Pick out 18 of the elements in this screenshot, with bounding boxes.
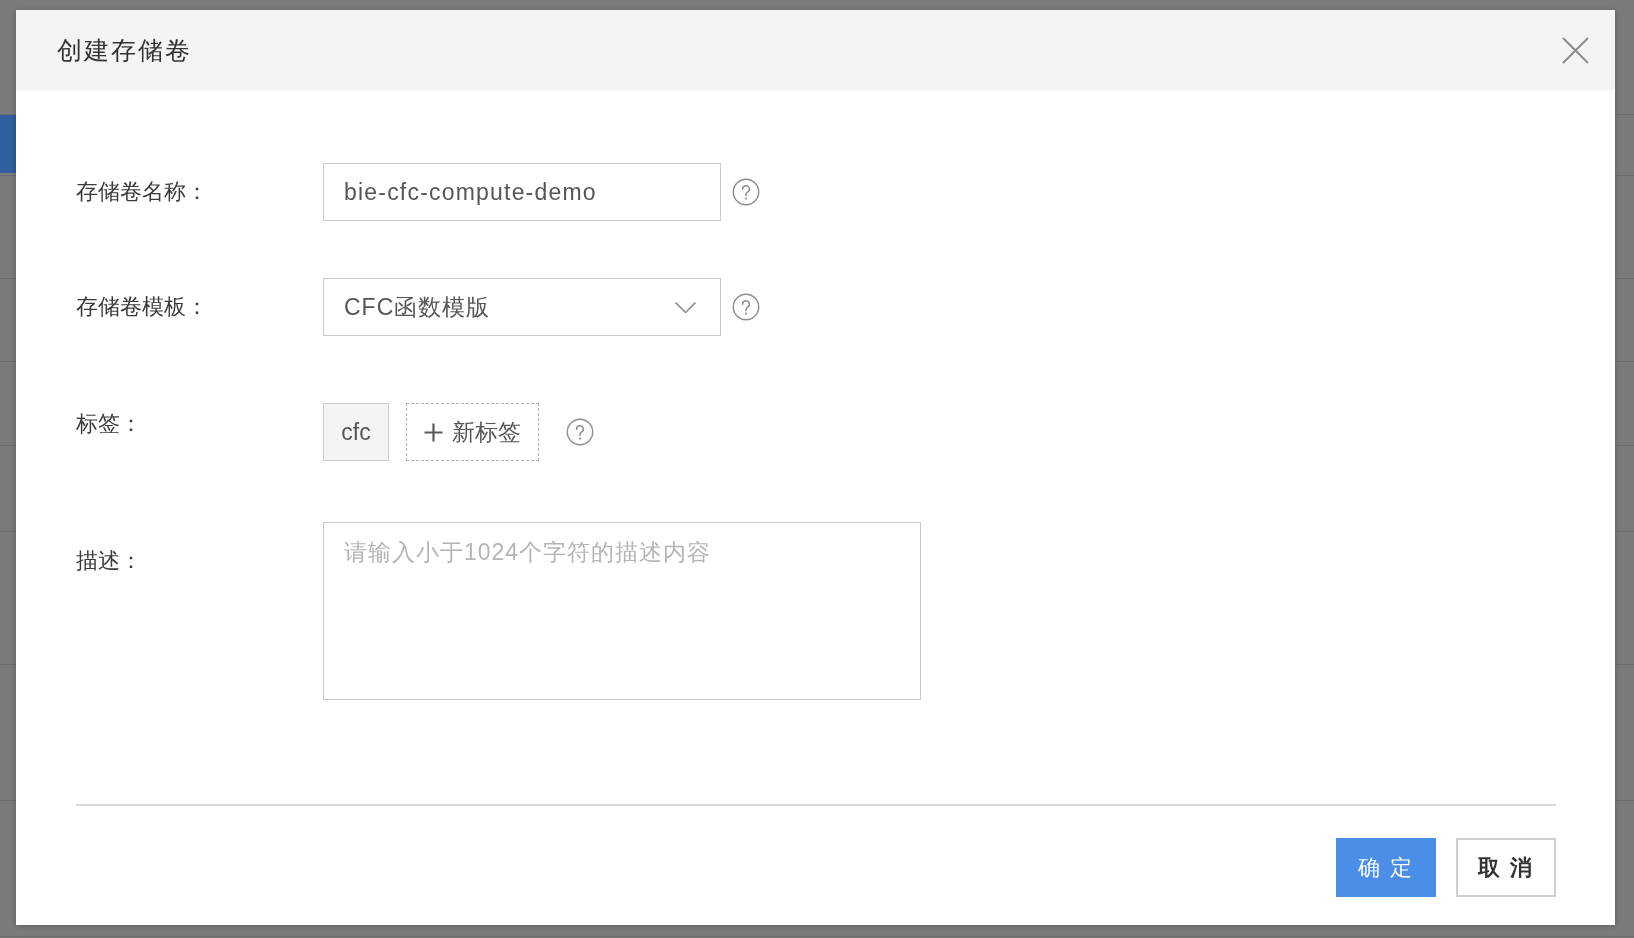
help-icon[interactable] <box>732 178 760 206</box>
name-input[interactable]: bie-cfc-compute-demo <box>323 163 721 221</box>
tag-chip: cfc <box>323 403 389 461</box>
close-button[interactable] <box>1562 36 1589 64</box>
dialog-title: 创建存储卷 <box>57 34 192 66</box>
new-tag-button[interactable]: 新标签 <box>406 403 539 461</box>
close-icon <box>1562 36 1589 64</box>
field-label: 描述： <box>76 547 142 575</box>
template-select[interactable]: CFC函数模版 <box>323 278 721 336</box>
field-label: 标签： <box>76 410 142 438</box>
chevron-icon <box>675 301 696 313</box>
description-field[interactable]: 请输入小于1024个字符的描述内容 <box>323 522 921 700</box>
plus-icon <box>424 422 443 442</box>
field-label: 存储卷名称： <box>76 178 208 206</box>
help-icon[interactable] <box>732 293 760 321</box>
cancel-button[interactable]: 取 消 <box>1456 838 1556 897</box>
field-label: 存储卷模板： <box>76 293 208 321</box>
help-icon[interactable] <box>566 418 594 446</box>
